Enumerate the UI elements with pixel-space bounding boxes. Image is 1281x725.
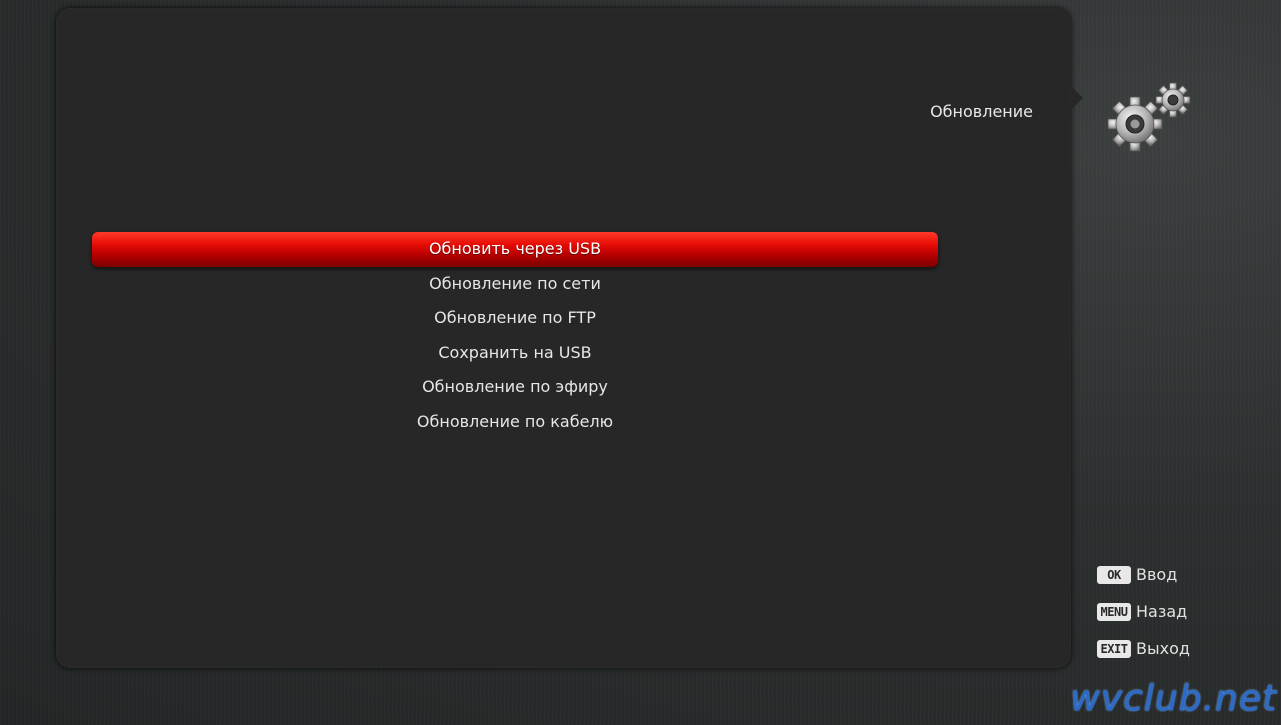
menu-item-label: Обновить через USB [428, 239, 602, 258]
menu-item-cable-update[interactable]: Обновление по кабелю [92, 405, 938, 440]
menu-item-label: Обновление по сети [429, 273, 601, 293]
menu-item-save-to-usb[interactable]: Сохранить на USB [92, 336, 938, 371]
screen: Обновление Обновить через USB Обновление… [0, 0, 1281, 725]
menu-item-network-update[interactable]: Обновление по сети [92, 267, 938, 302]
watermark-logo: wvclub.net [1070, 678, 1277, 719]
menu-item-ota-update[interactable]: Обновление по эфиру [92, 370, 938, 405]
gears-icon [1107, 82, 1191, 152]
update-menu-list: Обновить через USB Обновление по сети Об… [92, 232, 938, 439]
menu-item-label: Сохранить на USB [438, 342, 592, 362]
ok-key-icon: OK [1097, 565, 1131, 584]
menu-item-label: Обновление по кабелю [416, 411, 614, 431]
menu-key-icon: MENU [1097, 602, 1131, 621]
key-hints: OK Ввод MENU Назад EXIT Выход [1097, 556, 1267, 667]
menu-item-usb-update[interactable]: Обновить через USB [92, 232, 938, 267]
hint-exit[interactable]: EXIT Выход [1097, 630, 1267, 667]
hint-exit-label: Выход [1136, 639, 1190, 658]
hint-ok-label: Ввод [1136, 565, 1178, 584]
hint-menu-label: Назад [1136, 602, 1188, 621]
menu-item-label: Обновление по эфиру [422, 377, 608, 396]
hint-menu[interactable]: MENU Назад [1097, 593, 1267, 630]
exit-key-icon: EXIT [1097, 639, 1131, 658]
hint-ok[interactable]: OK Ввод [1097, 556, 1267, 593]
menu-item-ftp-update[interactable]: Обновление по FTP [92, 301, 938, 336]
menu-item-label: Обновление по FTP [434, 308, 596, 327]
menu-title: Обновление [930, 102, 1033, 121]
title-pointer-arrow [1071, 86, 1083, 110]
